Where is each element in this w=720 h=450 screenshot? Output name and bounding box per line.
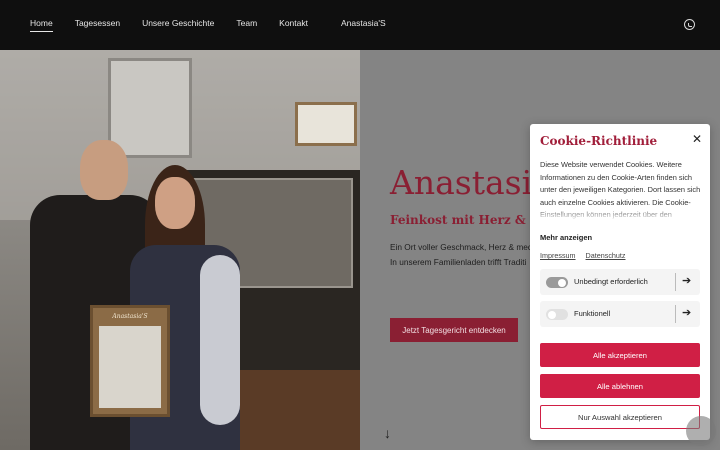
photo-woman-sleeve xyxy=(200,255,240,425)
photo-frame-label: Anastasia'S xyxy=(112,313,148,320)
photo-woman-head xyxy=(155,177,195,229)
floating-action-button[interactable] xyxy=(686,416,716,446)
functional-toggle[interactable] xyxy=(546,309,568,320)
photo-menu-sign xyxy=(295,102,357,146)
close-icon[interactable]: ✕ xyxy=(690,132,704,146)
scroll-down-icon[interactable]: ↓ xyxy=(384,425,391,441)
whatsapp-icon[interactable] xyxy=(684,19,695,30)
arrow-right-icon[interactable]: ➔ xyxy=(682,274,691,287)
divider xyxy=(675,305,676,323)
hero-photo: Anastasia'S xyxy=(0,50,360,450)
photo-man-head xyxy=(80,140,128,200)
nav-team[interactable]: Team xyxy=(236,18,257,32)
datenschutz-link[interactable]: Datenschutz xyxy=(586,251,626,260)
cookie-dialog: Cookie-Richtlinie ✕ Diese Website verwen… xyxy=(530,124,710,440)
photo-picture-frame: Anastasia'S xyxy=(90,305,170,417)
show-more-link[interactable]: Mehr anzeigen xyxy=(540,233,592,242)
accept-selection-button[interactable]: Nur Auswahl akzeptieren xyxy=(540,405,700,429)
divider xyxy=(675,273,676,291)
legal-links: Impressum Datenschutz xyxy=(540,251,634,260)
nav-unsere-geschichte[interactable]: Unsere Geschichte xyxy=(142,18,214,32)
arrow-right-icon[interactable]: ➔ xyxy=(682,306,691,319)
accept-all-button[interactable]: Alle akzeptieren xyxy=(540,343,700,367)
photo-counter-wood xyxy=(235,370,360,450)
main-nav: Home Tagesessen Unsere Geschichte Team K… xyxy=(30,18,330,32)
hero-title: Anastasia xyxy=(390,163,552,202)
brand-name[interactable]: Anastasia'S xyxy=(341,18,386,28)
cookie-category-necessary[interactable]: Unbedingt erforderlich ➔ xyxy=(540,269,700,295)
cookie-category-functional[interactable]: Funktionell ➔ xyxy=(540,301,700,327)
nav-tagesessen[interactable]: Tagesessen xyxy=(75,18,120,32)
necessary-toggle[interactable] xyxy=(546,277,568,288)
cta-button[interactable]: Jetzt Tagesgericht entdecken xyxy=(390,318,518,342)
impressum-link[interactable]: Impressum xyxy=(540,251,576,260)
reject-all-button[interactable]: Alle ablehnen xyxy=(540,374,700,398)
site-header: Home Tagesessen Unsere Geschichte Team K… xyxy=(0,0,720,50)
nav-kontakt[interactable]: Kontakt xyxy=(279,18,308,32)
cookie-title: Cookie-Richtlinie xyxy=(540,134,658,148)
category-label: Unbedingt erforderlich xyxy=(574,277,648,286)
nav-home[interactable]: Home xyxy=(30,18,53,32)
cookie-text-fade xyxy=(540,206,702,222)
photo-frame-picture xyxy=(99,326,161,408)
category-label: Funktionell xyxy=(574,309,611,318)
